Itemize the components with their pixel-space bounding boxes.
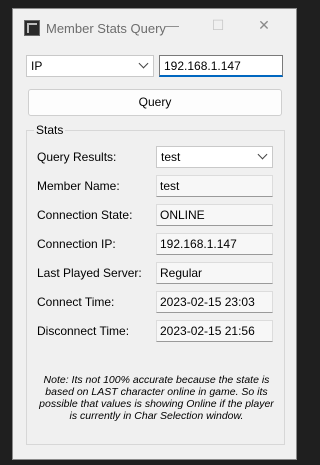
last-played-server-field[interactable]: Regular [156,262,273,284]
query-results-select[interactable]: test [156,146,273,168]
query-button[interactable]: Query [28,89,282,116]
search-type-select[interactable]: IP [26,55,154,77]
ip-input-value: 192.168.1.147 [164,59,241,73]
close-button[interactable]: ✕ [241,9,287,41]
connection-ip-label: Connection IP: [37,237,116,251]
member-name-label: Member Name: [37,179,120,193]
query-results-value: test [161,150,181,164]
connection-ip-field[interactable]: 192.168.1.147 [156,233,273,255]
accuracy-note: Note: Its not 100% accurate because the … [39,374,274,422]
app-icon [24,20,40,36]
connection-state-field[interactable]: ONLINE [156,204,273,226]
connection-state-label: Connection State: [37,208,133,222]
disconnect-time-field[interactable]: 2023-02-15 21:56 [156,320,273,342]
title-bar[interactable]: Member Stats Query — ☐ ✕ [13,9,296,47]
ip-input[interactable]: 192.168.1.147 [159,55,283,77]
connect-time-field[interactable]: 2023-02-15 23:03 [156,291,273,313]
connect-time-label: Connect Time: [37,295,115,309]
maximize-button: ☐ [211,17,225,33]
last-played-server-label: Last Played Server: [37,266,142,280]
member-name-field[interactable]: test [156,175,273,197]
query-results-label: Query Results: [37,150,117,164]
chevron-down-icon [257,149,268,160]
minimize-button[interactable]: — [149,9,195,41]
search-type-value: IP [31,59,43,73]
stats-group-title: Stats [34,123,66,137]
window-title: Member Stats Query [46,21,166,36]
app-window: Member Stats Query — ☐ ✕ IP 192.168.1.14… [12,8,297,460]
disconnect-time-label: Disconnect Time: [37,324,130,338]
chevron-down-icon [138,58,149,69]
